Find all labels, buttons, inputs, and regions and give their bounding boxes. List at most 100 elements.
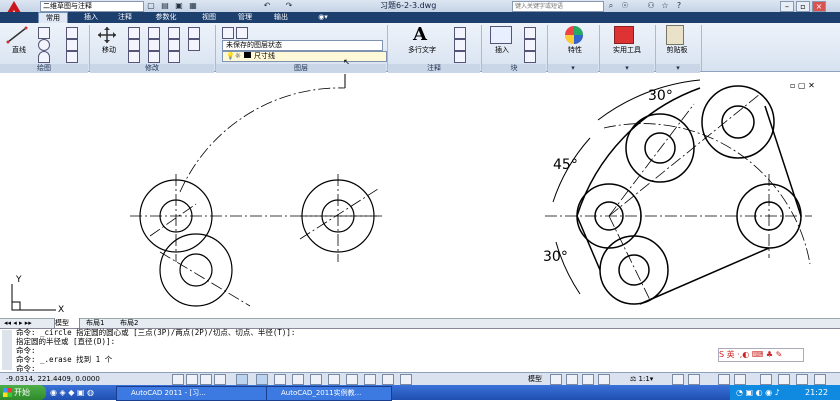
draw-panel-label[interactable]: 绘图	[0, 64, 88, 73]
ortho-mode-icon[interactable]	[214, 374, 226, 385]
open-icon[interactable]: ▤	[160, 1, 170, 11]
properties-button[interactable]: 特性	[556, 45, 594, 55]
pan-icon[interactable]	[582, 374, 594, 385]
create-block-icon[interactable]	[524, 27, 536, 39]
taskbar-item-tutorial[interactable]: AutoCAD_2011实例教...	[266, 386, 392, 401]
taskbar-item-autocad[interactable]: AutoCAD 2011 - [习...	[116, 386, 278, 401]
table-icon[interactable]	[454, 51, 466, 63]
line-icon[interactable]	[6, 26, 28, 47]
object-snap-icon[interactable]	[256, 374, 268, 385]
search-icon[interactable]: ⌕	[606, 1, 616, 11]
clipboard-button[interactable]: 剪贴板	[656, 45, 698, 55]
clipboard-panel-label[interactable]: ▾	[656, 64, 700, 73]
selection-cycling-icon[interactable]	[400, 374, 412, 385]
tab-view[interactable]: 视图	[196, 12, 222, 23]
print-icon[interactable]: ▦	[188, 1, 198, 11]
layer-state-icon[interactable]	[236, 27, 248, 39]
grid-display-icon[interactable]	[200, 374, 212, 385]
fillet-icon[interactable]	[168, 39, 180, 51]
mtext-button[interactable]: 多行文字	[398, 45, 446, 55]
lineweight-icon[interactable]	[346, 374, 358, 385]
mirror-icon[interactable]	[148, 39, 160, 51]
line-button[interactable]: 直线	[6, 45, 32, 55]
tab-manage[interactable]: 管理	[232, 12, 258, 23]
arc-icon[interactable]	[38, 51, 50, 63]
lock-icon[interactable]	[734, 374, 746, 385]
insert-button[interactable]: 插入	[488, 45, 516, 55]
annotation-visibility-icon[interactable]	[672, 374, 684, 385]
mtext-icon[interactable]: A	[413, 24, 427, 45]
command-grip-icon[interactable]	[2, 330, 12, 370]
utilities-panel-label[interactable]: ▾	[600, 64, 654, 73]
tab-layout1[interactable]: 布局1	[86, 318, 116, 328]
search-input[interactable]: 键入关键字或短语	[512, 1, 604, 12]
layer-state-dropdown[interactable]: 未保存的图层状态	[222, 40, 383, 51]
auto-scale-icon[interactable]	[688, 374, 700, 385]
object-snap-tracking-icon[interactable]	[292, 374, 304, 385]
tab-layout2[interactable]: 布局2	[120, 318, 150, 328]
layer-dropdown[interactable]: 💡☼ 尺寸线	[222, 51, 387, 62]
quick-properties-icon[interactable]	[382, 374, 394, 385]
explode-icon[interactable]	[188, 27, 200, 39]
rectangle-icon[interactable]	[66, 27, 78, 39]
restore-button[interactable]: ▫	[796, 1, 810, 12]
help-icon[interactable]: ?	[674, 1, 684, 11]
tab-overflow-icon[interactable]: ◉▾	[316, 12, 330, 23]
utilities-button[interactable]: 实用工具	[604, 45, 650, 55]
quick-view-layouts-icon[interactable]	[550, 374, 562, 385]
properties-panel-label[interactable]: ▾	[548, 64, 598, 73]
dimension-icon[interactable]	[454, 27, 466, 39]
modify-panel-label[interactable]: 修改	[90, 64, 214, 73]
clipboard-icon[interactable]	[666, 25, 684, 45]
viewport-controls-icon[interactable]: ▫ ▢ ✕	[790, 81, 815, 90]
leader-icon[interactable]	[454, 39, 466, 51]
ellipse-icon[interactable]	[66, 51, 78, 63]
infer-constraints-icon[interactable]	[172, 374, 184, 385]
utilities-icon[interactable]	[614, 26, 634, 44]
insert-block-icon[interactable]	[490, 26, 512, 44]
tab-parametric[interactable]: 参数化	[148, 12, 184, 23]
annotation-panel-label[interactable]: 注释	[388, 64, 480, 73]
favorites-icon[interactable]: ☆	[660, 1, 670, 11]
coordinate-readout[interactable]: -9.0314, 221.4409, 0.0000	[6, 373, 100, 385]
quick-launch-icons[interactable]: ◉ ◈ ◆ ▣ ◍	[50, 388, 110, 398]
communication-icon[interactable]: ⚇	[646, 1, 656, 11]
ime-toolbar[interactable]: S 英 ·,◐ ⌨ ♣ ✎	[718, 348, 804, 362]
move-icon[interactable]	[96, 26, 118, 47]
status-menu-icon[interactable]	[796, 374, 808, 385]
workspace-switching-icon[interactable]	[718, 374, 730, 385]
close-button[interactable]: ×	[812, 1, 826, 12]
save-icon[interactable]: ▣	[174, 1, 184, 11]
layer-properties-icon[interactable]	[222, 27, 234, 39]
tab-annotate[interactable]: 注释	[112, 12, 138, 23]
quick-view-drawings-icon[interactable]	[566, 374, 578, 385]
subscription-icon[interactable]: ☉	[620, 1, 630, 11]
model-space-label[interactable]: 模型	[528, 373, 542, 385]
move-button[interactable]: 移动	[96, 45, 122, 55]
redo-icon[interactable]: ↷	[284, 1, 294, 11]
block-attribute-icon[interactable]	[524, 51, 536, 63]
tab-insert[interactable]: 插入	[78, 12, 104, 23]
drawing-graphics[interactable]: 30° 45° 30° Y X ▫ ▢ ✕	[0, 74, 840, 318]
tab-output[interactable]: 输出	[268, 12, 294, 23]
minimize-button[interactable]: –	[780, 1, 794, 12]
copy-icon[interactable]	[128, 39, 140, 51]
circle-icon[interactable]	[38, 39, 50, 51]
scale-icon[interactable]	[148, 51, 160, 63]
hatch-icon[interactable]	[66, 39, 78, 51]
clock[interactable]: 21:22	[805, 385, 828, 400]
erase-icon[interactable]	[168, 27, 180, 39]
polyline-icon[interactable]	[38, 27, 50, 39]
transparency-icon[interactable]	[364, 374, 376, 385]
dynamic-input-icon[interactable]	[328, 374, 340, 385]
polar-tracking-icon[interactable]	[236, 374, 248, 385]
hardware-acceleration-icon[interactable]	[760, 374, 772, 385]
new-icon[interactable]: ▢	[146, 1, 156, 11]
snap-mode-icon[interactable]	[186, 374, 198, 385]
workspace-selector[interactable]: 二维草图与注释	[40, 1, 144, 12]
isolate-objects-icon[interactable]	[778, 374, 790, 385]
undo-icon[interactable]: ↶	[262, 1, 272, 11]
stretch-icon[interactable]	[128, 51, 140, 63]
array-icon[interactable]	[168, 51, 180, 63]
offset-icon[interactable]	[188, 39, 200, 51]
